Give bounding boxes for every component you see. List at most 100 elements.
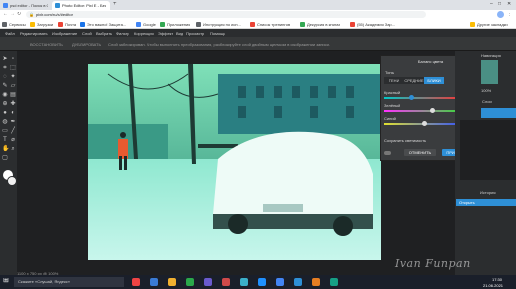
menu-preview[interactable]: Просмотр (186, 31, 204, 36)
frame-tool-icon[interactable]: ▢ (2, 155, 8, 161)
menu-dots-icon[interactable]: ⋮ (507, 12, 512, 17)
explorer-icon[interactable] (168, 278, 176, 286)
range-highlights-button[interactable]: БЛИКИ (424, 77, 444, 84)
voice-search-field[interactable]: Скажите «Слушай, Яндекс» (14, 277, 124, 287)
bookmark-item[interactable]: Инструкция по исп... (196, 22, 241, 27)
menu-image[interactable]: Изображение (52, 31, 77, 36)
zoom-tool-icon[interactable]: ⌕ (10, 146, 16, 152)
bookmark-item[interactable]: Google (136, 22, 156, 27)
yandex-icon[interactable] (132, 278, 140, 286)
pen-tool-icon[interactable]: ✒ (10, 119, 16, 125)
duplicate-button[interactable]: ДУБЛИРОВАТЬ (72, 42, 101, 47)
tab-title: Photo Editor: Pixl E - Бесплатн... (62, 3, 106, 8)
url-text: pixlr.com/ru/x/#editor (36, 12, 73, 17)
slider-green-handle[interactable] (429, 108, 435, 113)
menu-effect[interactable]: Эффект (158, 31, 173, 36)
slider-green-label: Зелёный (384, 103, 401, 108)
fill-tool-icon[interactable]: ◉ (2, 92, 8, 98)
eraser-tool-icon[interactable]: ▱ (10, 83, 16, 89)
menu-view[interactable]: Вид (176, 31, 183, 36)
photo-canvas[interactable] (88, 64, 381, 260)
history-item-label: Открыть (459, 200, 475, 205)
window-close-icon[interactable]: ✕ (507, 2, 511, 7)
select-tool-icon[interactable]: ⬚ (10, 65, 16, 71)
layers-title: Слои (482, 99, 492, 104)
shape-tool-icon[interactable]: ▭ (2, 128, 8, 134)
background-color-swatch[interactable] (7, 176, 17, 186)
apps-icon (2, 22, 7, 27)
windows-start-icon[interactable]: ⊞ (3, 278, 9, 283)
bookmark-item[interactable]: Приложения (160, 22, 190, 27)
dodge-tool-icon[interactable]: ◐ (10, 110, 16, 116)
range-midtones-button[interactable]: СРЕДНИЕ (404, 77, 424, 84)
menu-help[interactable]: Помощь (210, 31, 225, 36)
browser-tab-pixlr[interactable]: Photo Editor: Pixl E - Бесплатн... (52, 1, 110, 10)
arrange-tool-icon[interactable]: ▫ (10, 56, 16, 62)
bookmark-item[interactable]: Список тренингов (250, 22, 290, 27)
zoom-value[interactable]: 100% (481, 88, 491, 93)
folder-icon (30, 22, 35, 27)
range-label: СРЕДНИЕ (404, 78, 424, 83)
bookmark-label: Почта (65, 22, 77, 27)
move-tool-icon[interactable]: ➤ (2, 56, 8, 62)
bookmark-label: Загрузки (37, 22, 54, 27)
menu-select[interactable]: Выбрать (96, 31, 112, 36)
new-tab-button[interactable]: + (113, 2, 117, 7)
crop-tool-icon[interactable]: ⌗ (2, 65, 8, 71)
app-icon[interactable] (240, 278, 248, 286)
hand-tool-icon[interactable]: ✋ (2, 146, 9, 152)
app-icon[interactable] (258, 278, 266, 286)
app-icon[interactable] (204, 278, 212, 286)
navigator-thumbnail[interactable] (481, 60, 498, 84)
heal-tool-icon[interactable]: ✚ (10, 101, 16, 107)
bookmark-item[interactable]: Это важно! Защита... (80, 22, 126, 27)
blur-tool-icon[interactable]: ● (2, 110, 8, 116)
window-maximize-icon[interactable]: □ (498, 2, 501, 7)
bookmark-label: Google (143, 22, 156, 27)
menu-file[interactable]: Файл (5, 31, 15, 36)
eyedropper-tool-icon[interactable]: ⌀ (10, 137, 16, 143)
bookmark-label: Инструкция по исп... (203, 22, 241, 27)
browser-tab-google[interactable]: psd editor - Поиск в Google (0, 1, 52, 10)
text-tool-icon[interactable]: T (2, 137, 8, 143)
slider-blue-handle[interactable] (421, 121, 427, 126)
bookmark-item[interactable]: (55) Академия Зар... (350, 22, 395, 27)
bookmark-item[interactable]: Другие закладки (470, 22, 508, 27)
gradient-tool-icon[interactable]: ▤ (10, 92, 16, 98)
app-icon[interactable] (186, 278, 194, 286)
line-tool-icon[interactable]: ╱ (10, 128, 16, 134)
app-icon[interactable] (330, 278, 338, 286)
slider-green-track[interactable] (384, 110, 464, 112)
bookmark-item[interactable]: Декурсия в книгах (300, 22, 340, 27)
bookmark-item[interactable]: Сервисы (2, 22, 26, 27)
slider-red-handle[interactable] (408, 95, 414, 100)
menu-layer[interactable]: Слой (82, 31, 92, 36)
app-icon[interactable] (222, 278, 230, 286)
wand-tool-icon[interactable]: ✦ (10, 74, 16, 80)
sponge-tool-icon[interactable]: ◍ (2, 119, 8, 125)
cancel-button[interactable]: ОТМЕНИТЬ (404, 149, 436, 156)
lasso-tool-icon[interactable]: ◌ (2, 74, 8, 80)
menu-edit[interactable]: Редактировать (20, 31, 48, 36)
clone-tool-icon[interactable]: ⊕ (2, 101, 8, 107)
url-field[interactable]: 🔒 pixlr.com/ru/x/#editor (26, 11, 426, 18)
brush-tool-icon[interactable]: ✎ (2, 83, 8, 89)
slider-red-track[interactable] (384, 97, 464, 99)
profile-avatar[interactable] (497, 11, 504, 18)
layer-row-selected[interactable] (481, 108, 516, 118)
range-shadows-button[interactable]: ТЕНИ (384, 77, 404, 84)
app-icon[interactable] (312, 278, 320, 286)
preserve-luminosity-toggle[interactable] (384, 151, 391, 155)
reload-icon[interactable]: ↻ (17, 12, 21, 17)
restore-button[interactable]: ВОССТАНОВИТЬ (30, 42, 63, 47)
back-icon[interactable]: ← (3, 12, 8, 17)
bookmark-item[interactable]: Загрузки (30, 22, 53, 27)
forward-icon[interactable]: → (10, 12, 15, 17)
browser-icon[interactable] (150, 278, 158, 286)
app-icon[interactable] (294, 278, 302, 286)
menu-adjustment[interactable]: Коррекция (134, 31, 154, 36)
bookmark-item[interactable]: Почта (58, 22, 76, 27)
chrome-icon[interactable] (276, 278, 284, 286)
menu-filter[interactable]: Фильтр (116, 31, 129, 36)
window-minimize-icon[interactable]: – (490, 2, 493, 7)
